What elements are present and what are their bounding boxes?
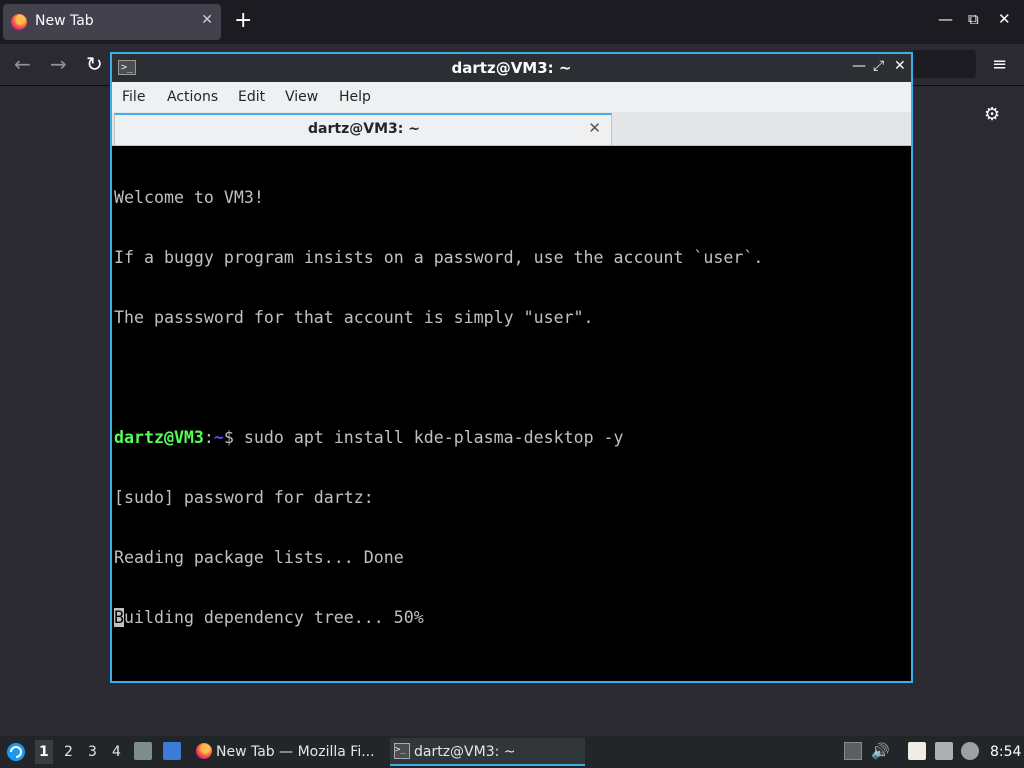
app-menu-icon[interactable]: ≡	[992, 54, 1007, 75]
terminal-tab[interactable]: dartz@VM3: ~ ✕	[114, 113, 612, 145]
prompt-user-host: dartz@VM3	[114, 428, 204, 447]
terminal-tab-label: dartz@VM3: ~	[308, 121, 420, 137]
firefox-favicon-icon	[11, 14, 27, 30]
menu-view[interactable]: View	[285, 89, 318, 105]
workspace-4[interactable]: 4	[112, 744, 121, 760]
prompt-command: sudo apt install kde-plasma-desktop -y	[243, 428, 624, 447]
file-manager-icon[interactable]	[134, 742, 152, 760]
browser-tab-title: New Tab	[35, 13, 94, 29]
terminal-tabbar: dartz@VM3: ~ ✕	[112, 112, 911, 146]
workspace-2[interactable]: 2	[64, 744, 73, 760]
prompt-symbol: $	[223, 428, 244, 447]
maximize-window-button[interactable]: ⧉	[968, 10, 979, 28]
reload-button[interactable]: ↻	[86, 54, 103, 74]
clipboard-icon[interactable]	[908, 742, 926, 760]
terminal-window-title: dartz@VM3: ~	[451, 59, 572, 77]
desktop-icon[interactable]	[163, 742, 181, 760]
progress-text: uilding dependency tree... 50%	[124, 608, 424, 627]
terminal-line: [sudo] password for dartz:	[114, 488, 374, 507]
terminal-tab-close-icon[interactable]: ✕	[588, 119, 601, 137]
workspace-3[interactable]: 3	[88, 744, 97, 760]
url-bar[interactable]	[912, 50, 976, 78]
settings-gear-icon[interactable]: ⚙	[984, 104, 1000, 125]
menu-help[interactable]: Help	[339, 89, 371, 105]
browser-tab-bar: New Tab ✕ + — ⧉ ✕	[0, 0, 1024, 44]
terminal-minimize-button[interactable]: —	[852, 58, 866, 74]
task-terminal[interactable]: >_ dartz@VM3: ~	[390, 738, 585, 766]
terminal-line: The passsword for that account is simply…	[114, 308, 594, 327]
taskbar: 1 2 3 4 New Tab — Mozilla Fi... >_ dartz…	[0, 736, 1024, 768]
terminal-output[interactable]: Welcome to VM3! If a buggy program insis…	[112, 146, 911, 681]
firefox-icon	[196, 743, 212, 759]
network-icon[interactable]	[935, 742, 953, 760]
terminal-menubar: File Actions Edit View Help	[112, 82, 911, 112]
close-tab-icon[interactable]: ✕	[201, 12, 213, 28]
back-button[interactable]: ←	[14, 54, 31, 74]
terminal-close-button[interactable]: ✕	[894, 58, 906, 74]
terminal-icon: >_	[394, 743, 410, 759]
task-firefox-label: New Tab — Mozilla Fi...	[216, 744, 375, 760]
terminal-titlebar[interactable]: >_ dartz@VM3: ~ — ⤢ ✕	[112, 54, 911, 82]
prompt-path: ~	[213, 428, 224, 447]
volume-icon[interactable]: 🔊	[871, 742, 890, 760]
terminal-restore-button[interactable]: ⤢	[873, 58, 884, 74]
forward-button[interactable]: →	[50, 54, 67, 74]
tray-arrow-icon[interactable]	[844, 742, 862, 760]
browser-tab-new-tab[interactable]: New Tab ✕	[3, 4, 221, 40]
prompt-separator: :	[203, 428, 214, 447]
close-window-button[interactable]: ✕	[998, 10, 1011, 28]
new-tab-button[interactable]: +	[234, 8, 252, 34]
terminal-cursor: B	[114, 608, 124, 627]
terminal-window: >_ dartz@VM3: ~ — ⤢ ✕ File Actions Edit …	[110, 52, 913, 683]
menu-actions[interactable]: Actions	[167, 89, 218, 105]
task-terminal-label: dartz@VM3: ~	[414, 744, 516, 760]
minimize-window-button[interactable]: —	[938, 10, 953, 28]
task-firefox[interactable]: New Tab — Mozilla Fi...	[192, 738, 382, 766]
terminal-line: If a buggy program insists on a password…	[114, 248, 764, 267]
terminal-line: Building dependency tree... 50%	[114, 608, 909, 628]
updates-icon[interactable]	[961, 742, 979, 760]
menu-file[interactable]: File	[122, 89, 145, 105]
terminal-line: Welcome to VM3!	[114, 188, 264, 207]
terminal-line: Reading package lists... Done	[114, 548, 404, 567]
prompt-line: dartz@VM3:~$ sudo apt install kde-plasma…	[114, 428, 909, 448]
menu-edit[interactable]: Edit	[238, 89, 265, 105]
app-launcher-icon[interactable]	[6, 742, 26, 762]
clock[interactable]: 8:54	[990, 744, 1021, 760]
workspace-1[interactable]: 1	[35, 740, 53, 764]
